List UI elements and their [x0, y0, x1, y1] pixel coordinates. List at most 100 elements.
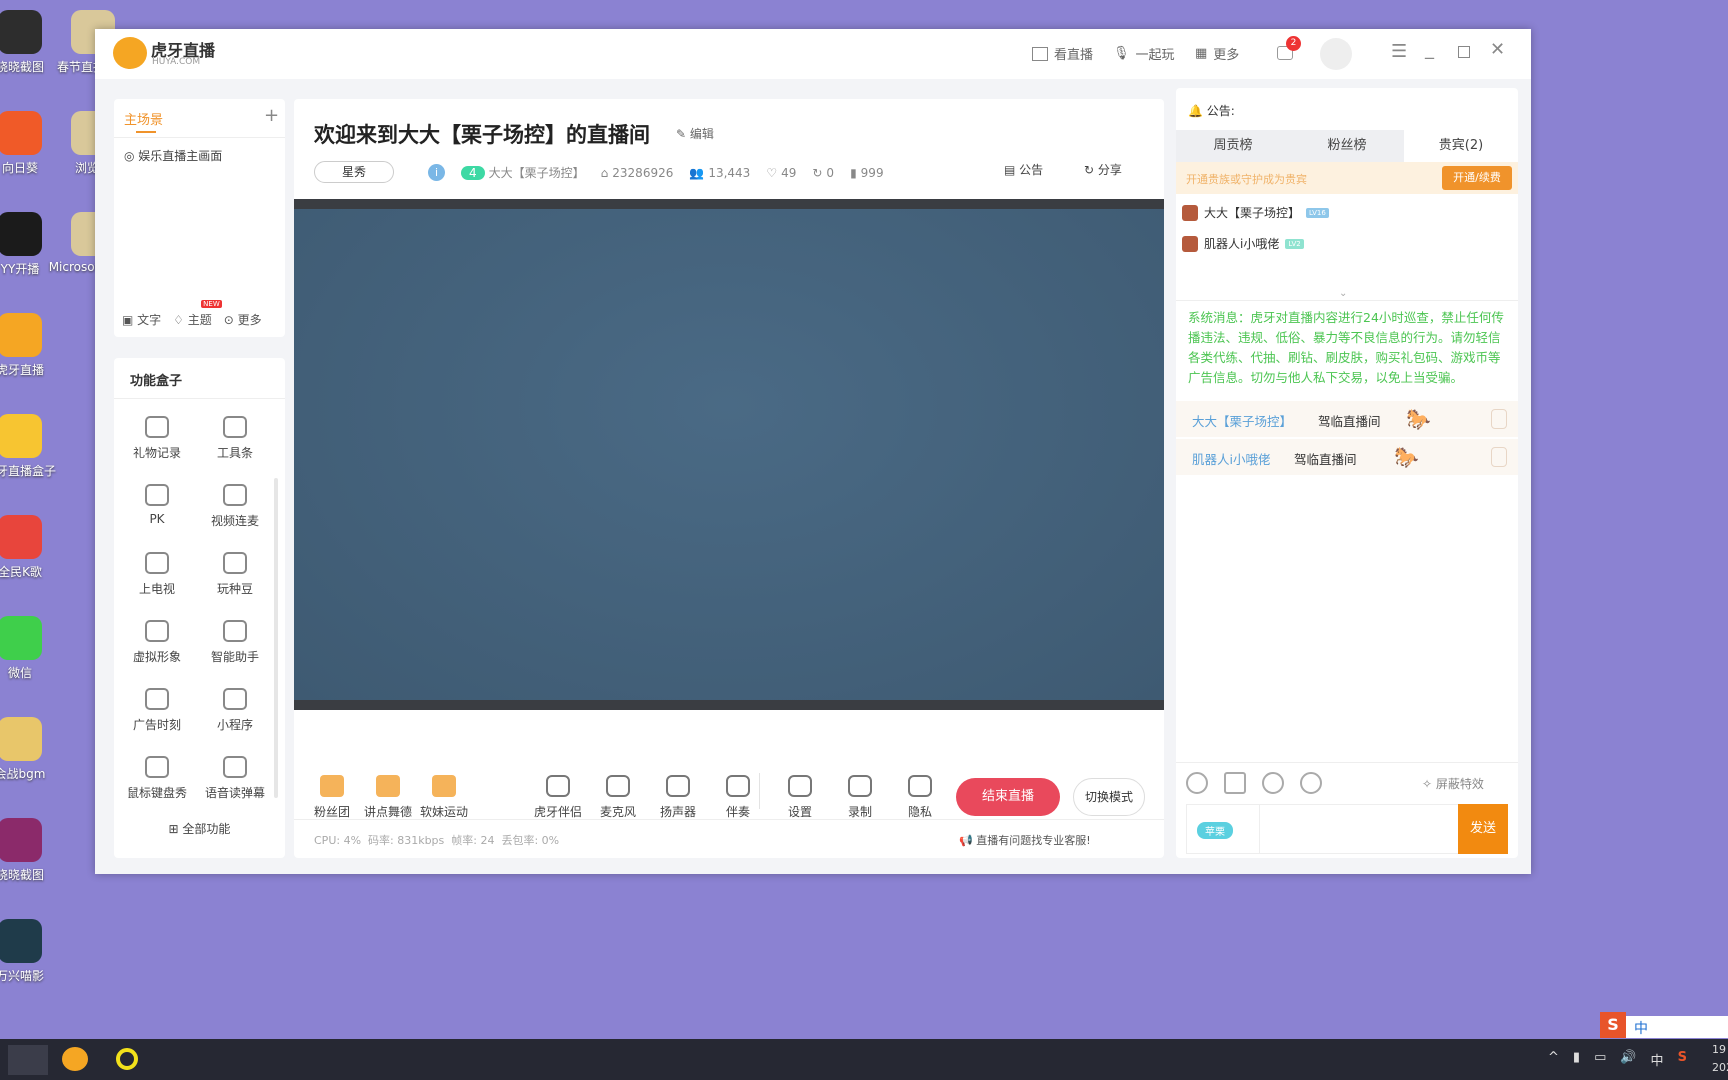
translate-off-icon[interactable]	[1300, 772, 1322, 794]
chat-entry[interactable]: 肌器人i小哦佬 驾临直播间 🐎	[1176, 439, 1518, 475]
notification-badge: 2	[1286, 36, 1301, 51]
vip-guest-row[interactable]: 肌器人i小哦佬 LV2	[1182, 235, 1304, 252]
chevron-down-icon[interactable]: ⌄	[1339, 288, 1347, 299]
function-item[interactable]: 智能助手	[196, 620, 274, 665]
control-label: 虎牙伴侣	[533, 805, 582, 819]
switch-mode-button[interactable]: 切换模式	[1073, 778, 1145, 816]
taskbar-app-yy[interactable]	[116, 1048, 138, 1070]
text-tool-button[interactable]: ▣ 文字	[122, 311, 161, 328]
function-item[interactable]: PK	[118, 484, 196, 526]
ime-mode[interactable]: 中	[1634, 1018, 1648, 1038]
control-right-button[interactable]: 设置	[772, 775, 828, 820]
function-item[interactable]: 小程序	[196, 688, 274, 733]
chat-input[interactable]: 苹栗	[1186, 804, 1461, 854]
function-item[interactable]: 视频连麦	[196, 484, 274, 529]
function-item[interactable]: 广告时刻	[118, 688, 196, 733]
taskbar-app-filmora[interactable]	[8, 1045, 48, 1075]
close-button[interactable]: ✕	[1490, 39, 1505, 60]
function-icon	[145, 484, 169, 506]
chat-entry[interactable]: 大大【栗子场控】 驾临直播间 🐎	[1176, 401, 1518, 437]
function-item[interactable]: 礼物记录	[118, 416, 196, 461]
function-item[interactable]: 鼠标键盘秀	[118, 756, 196, 801]
function-item[interactable]: 语音读弹幕	[196, 756, 274, 801]
control-right-button[interactable]: 录制	[832, 775, 888, 820]
palette-icon[interactable]	[1262, 772, 1284, 794]
vip-guest-row[interactable]: 大大【栗子场控】 LV16	[1182, 204, 1329, 221]
entry-user[interactable]: 大大【栗子场控】	[1192, 411, 1292, 430]
video-preview[interactable]	[294, 199, 1164, 710]
noble-badge-icon	[1182, 235, 1198, 252]
more-tool-button[interactable]: ⊙ 更多	[224, 311, 262, 328]
scene-item[interactable]: ◎ 娱乐直播主画面	[124, 147, 222, 164]
notice-button[interactable]: ▤ 公告	[1004, 161, 1043, 178]
tray-chevron-icon[interactable]: ^	[1548, 1050, 1559, 1069]
add-scene-button[interactable]: +	[264, 105, 279, 126]
all-functions-button[interactable]: ⊞ 全部功能	[114, 820, 285, 837]
quick-phrase-icon[interactable]	[1224, 772, 1246, 794]
chat-toolbar: ✧ 屏蔽特效	[1176, 772, 1518, 796]
function-item[interactable]: 虚拟形象	[118, 620, 196, 665]
menu-icon[interactable]: ☰	[1391, 41, 1407, 62]
theme-tool-button[interactable]: ♢ 主题 NEW	[173, 300, 222, 328]
avatar[interactable]	[1320, 38, 1352, 70]
function-item[interactable]: 工具条	[196, 416, 274, 461]
desktop-icon[interactable]: 虎牙直播盒子	[0, 414, 65, 479]
desktop-icon[interactable]: 会战bgm	[0, 717, 65, 782]
title-bar: 虎牙直播 HUYA.COM 看直播 🎙 一起玩 ▦ 更多 2 ☰ _ ✕	[95, 29, 1531, 79]
entry-user[interactable]: 肌器人i小哦佬	[1192, 449, 1270, 468]
control-left-button[interactable]: 讲点舞德	[360, 775, 416, 820]
watch-label: 看直播	[1054, 48, 1094, 63]
play-together-button[interactable]: 🎙 一起玩	[1113, 44, 1175, 63]
shares-value: 0	[826, 165, 835, 180]
divider	[1259, 805, 1260, 853]
end-live-button[interactable]: 结束直播	[956, 778, 1060, 816]
announcement: 🔔 公告:	[1188, 104, 1235, 118]
function-icon	[223, 756, 247, 778]
tray-sogou-icon[interactable]: S	[1678, 1050, 1687, 1069]
text-label: 文字	[137, 313, 162, 327]
control-left-button[interactable]: 粉丝团	[304, 775, 360, 820]
control-mid-button[interactable]: 扬声器	[650, 775, 706, 820]
function-label: 鼠标键盘秀	[126, 786, 187, 800]
info-icon[interactable]: i	[428, 164, 445, 181]
tab-vip[interactable]: 贵宾(2)	[1404, 130, 1518, 162]
more-button[interactable]: ▦ 更多	[1195, 44, 1239, 63]
open-vip-button[interactable]: 开通/续费	[1442, 166, 1512, 190]
scrollbar[interactable]	[274, 478, 278, 798]
maximize-button[interactable]	[1458, 46, 1470, 58]
tray-ime[interactable]: 中	[1651, 1050, 1664, 1069]
volume-icon[interactable]: 🔊	[1620, 1050, 1636, 1069]
function-item[interactable]: 上电视	[118, 552, 196, 597]
control-right-button[interactable]: 隐私	[892, 775, 948, 820]
function-item[interactable]: 玩种豆	[196, 552, 274, 597]
desktop-icon[interactable]: 虎牙直播	[0, 313, 65, 378]
tab-weekly[interactable]: 周贡榜	[1176, 130, 1290, 162]
share-button[interactable]: ↻ 分享	[1084, 161, 1122, 178]
tray-mic-icon[interactable]: ▮	[1573, 1050, 1580, 1069]
room-id-value: 23286926	[612, 165, 674, 180]
block-effects-button[interactable]: ✧ 屏蔽特效	[1422, 775, 1484, 792]
watch-live-button[interactable]: 看直播	[1032, 44, 1093, 63]
scene-title[interactable]: 主场景	[124, 109, 163, 128]
minimize-button[interactable]: _	[1425, 39, 1434, 60]
desktop-icon[interactable]: 万兴喵影	[0, 919, 65, 984]
desktop-icon[interactable]: 全民K歌	[0, 515, 65, 580]
emoji-icon[interactable]	[1186, 772, 1208, 794]
clock[interactable]: 19 2021	[1712, 1041, 1728, 1077]
control-mid-button[interactable]: 虎牙伴侣	[530, 775, 586, 820]
desktop-icon[interactable]: 晓晓截图	[0, 818, 65, 883]
desktop-icon[interactable]: 微信	[0, 616, 65, 681]
category-button[interactable]: 星秀	[314, 161, 394, 183]
network-icon[interactable]: ▭	[1594, 1050, 1606, 1069]
control-mid-button[interactable]: 麦克风	[590, 775, 646, 820]
ime-toolbar[interactable]: S 中	[1600, 1012, 1728, 1038]
tab-fans[interactable]: 粉丝榜	[1290, 130, 1404, 162]
send-button[interactable]: 发送	[1458, 804, 1508, 854]
control-left-button[interactable]: 软妹运动	[416, 775, 472, 820]
scene-panel: 主场景 + ◎ 娱乐直播主画面 ▣ 文字 ♢ 主题 NEW ⊙ 更多	[114, 99, 285, 337]
control-mid-button[interactable]: 伴奏	[710, 775, 766, 820]
support-link[interactable]: 📢 直播有问题找专业客服!	[959, 832, 1091, 848]
scene-toolbar: ▣ 文字 ♢ 主题 NEW ⊙ 更多	[122, 300, 282, 328]
edit-title-button[interactable]: ✎ 编辑	[676, 125, 714, 142]
taskbar-app-huya[interactable]	[62, 1047, 88, 1071]
